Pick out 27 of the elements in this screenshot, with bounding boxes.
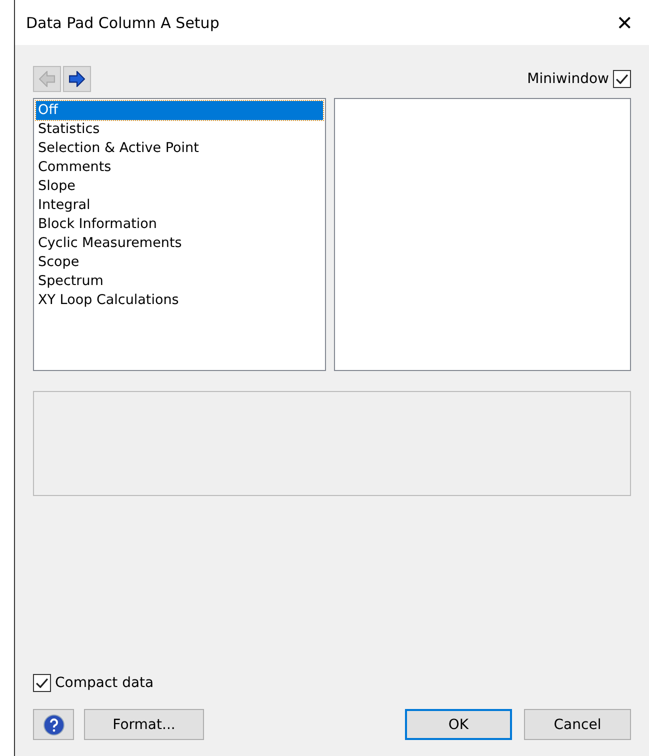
list-item[interactable]: Statistics (36, 120, 323, 139)
ok-button[interactable]: OK (405, 709, 512, 740)
list-item[interactable]: Slope (36, 177, 323, 196)
list-item[interactable]: Integral (36, 196, 323, 215)
help-icon (42, 714, 64, 736)
compact-data-checkbox[interactable] (33, 674, 51, 692)
list-item[interactable]: Off (36, 101, 323, 120)
list-item[interactable]: Comments (36, 158, 323, 177)
list-item[interactable]: Selection & Active Point (36, 139, 323, 158)
list-item[interactable]: Spectrum (36, 272, 323, 291)
list-item[interactable]: Block Information (36, 215, 323, 234)
miniwindow-checkbox[interactable] (613, 70, 631, 88)
forward-button[interactable] (63, 66, 91, 92)
window-title: Data Pad Column A Setup (26, 14, 220, 32)
format-button[interactable]: Format... (84, 709, 204, 740)
help-button[interactable] (33, 709, 74, 740)
list-item[interactable]: Cyclic Measurements (36, 234, 323, 253)
compact-data-label: Compact data (55, 675, 154, 691)
right-arrow-icon (69, 71, 85, 87)
list-item[interactable]: Scope (36, 253, 323, 272)
miniwindow-label: Miniwindow (527, 71, 609, 87)
checkmark-icon (616, 74, 628, 84)
left-arrow-icon (39, 71, 55, 87)
close-button[interactable]: ✕ (612, 12, 637, 32)
list-item[interactable]: XY Loop Calculations (36, 291, 323, 310)
cancel-button[interactable]: Cancel (524, 709, 631, 740)
checkmark-icon (36, 678, 48, 688)
